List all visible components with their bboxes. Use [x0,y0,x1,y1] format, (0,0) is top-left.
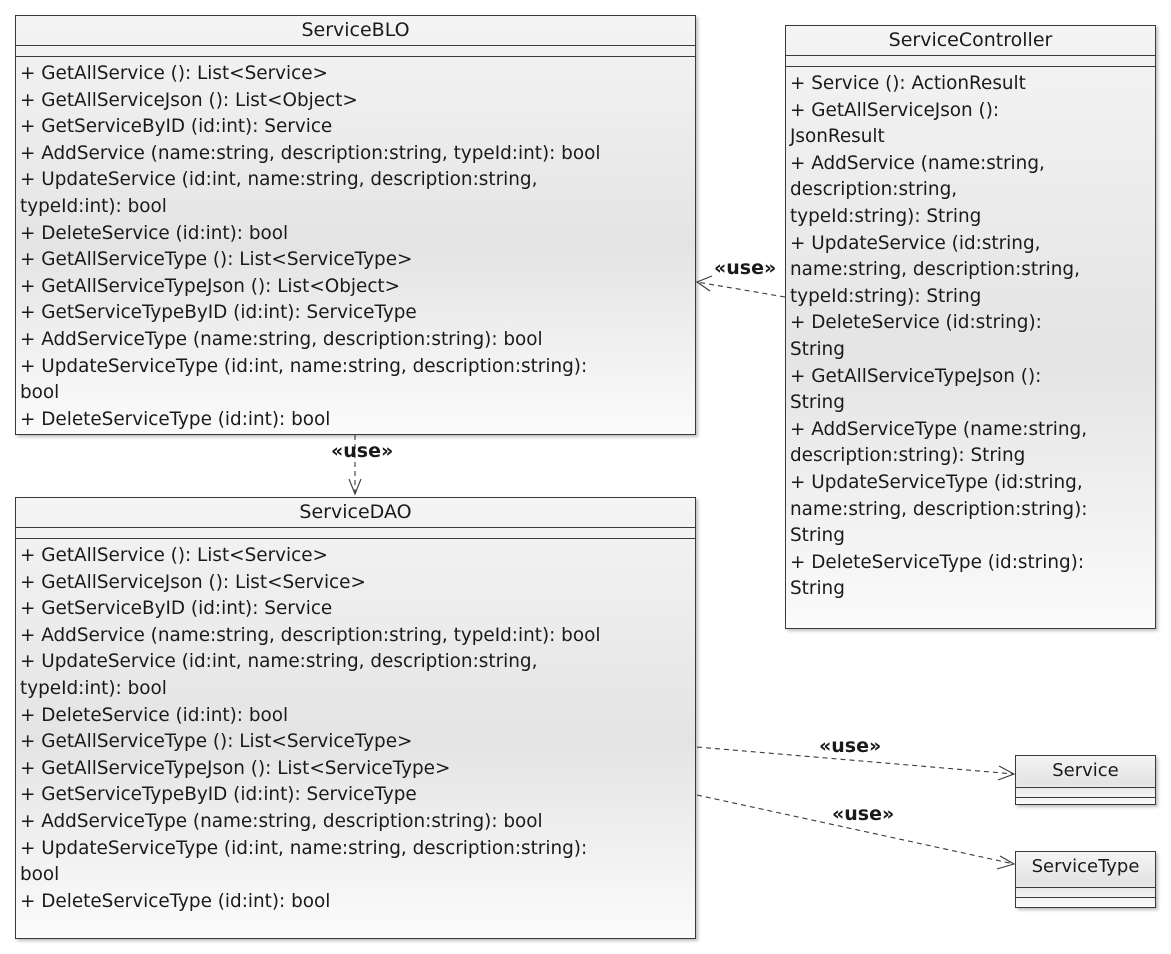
class-name: ServiceBLO [16,16,695,46]
dao-servicetype-stereotype: «use» [832,803,895,825]
operations-compartment [1016,898,1155,906]
class-servicedao[interactable]: ServiceDAO + GetAllService (): List<Serv… [15,497,696,939]
controller-blo-stereotype: «use» [714,257,777,279]
operations-compartment: + GetAllService (): List<Service> + GetA… [16,57,695,433]
operation: + GetAllService (): List<Service> [20,545,328,566]
attributes-compartment [786,56,1155,67]
operation: + GetAllService (): List<Service> [20,63,328,84]
class-servicecontroller[interactable]: ServiceController + Service (): ActionRe… [785,25,1156,629]
attributes-compartment [16,528,695,539]
arrowhead-blo [695,275,713,292]
operation: + AddService (name:string, description:s… [790,152,1045,227]
dao-service-stereotype: «use» [819,735,882,757]
operation: + DeleteService (id:int): bool [20,704,289,726]
operation: + UpdateServiceType (id:int, name:string… [20,837,588,886]
operation: + UpdateService (id:string, name:string,… [790,232,1080,307]
operation: + AddServiceType (name:string, descripti… [790,418,1088,467]
class-serviceblo[interactable]: ServiceBLO + GetAllService (): List<Serv… [15,15,696,435]
arrowhead-service [997,765,1016,781]
controller-to-blo-dependency [696,281,786,298]
operations-compartment [1016,798,1155,806]
blo-dao-stereotype: «use» [331,440,394,462]
operation: + GetServiceByID (id:int): Service [20,116,333,138]
arrowhead-servicetype [996,855,1016,870]
operation: + DeleteServiceType (id:int): bool [20,890,331,912]
operation: + AddServiceType (name:string, descripti… [20,810,543,832]
attributes-compartment [1016,888,1155,898]
operation: + GetServiceByID (id:int): Service [20,598,333,620]
operation: + AddService (name:string, description:s… [20,624,601,646]
operation: + GetServiceTypeByID (id:int): ServiceTy… [20,784,417,806]
class-name: ServiceController [786,26,1155,56]
attributes-compartment [1016,788,1155,798]
attributes-compartment [16,46,695,57]
operation: + DeleteServiceType (id:string): String [790,551,1085,600]
class-name: ServiceDAO [16,498,695,528]
operation: + AddServiceType (name:string, descripti… [20,328,543,350]
operation: + GetAllServiceTypeJson (): List<Service… [20,757,451,779]
operation: + DeleteService (id:int): bool [20,222,289,244]
operation: + GetServiceTypeByID (id:int): ServiceTy… [20,302,417,324]
class-servicetype[interactable]: ServiceType [1015,851,1156,908]
operation: + AddService (name:string, description:s… [20,142,601,164]
operation: + GetAllServiceTypeJson (): List<Object> [20,275,401,297]
operation: + UpdateService (id:int, name:string, de… [20,651,538,699]
arrowhead-dao [348,478,362,496]
operation: + UpdateService (id:int, name:string, de… [20,169,538,217]
class-service[interactable]: Service [1015,755,1156,805]
operation: + DeleteService (id:string): String [790,312,1042,360]
operation: + GetAllServiceType (): List<ServiceType… [20,249,413,271]
operation: + GetAllServiceTypeJson (): String [790,365,1042,414]
operation: + GetAllServiceJson (): List<Object> [20,89,358,111]
operations-compartment: + Service (): ActionResult + GetAllServi… [786,67,1155,603]
operations-compartment: + GetAllService (): List<Service> + GetA… [16,539,695,915]
operation: + GetAllServiceJson (): List<Service> [20,571,366,593]
operation: + GetAllServiceJson (): JsonResult [790,99,1000,148]
class-name: ServiceType [1016,852,1155,888]
class-name: Service [1016,756,1155,788]
operation: + UpdateServiceType (id:string, name:str… [790,471,1088,547]
operation: + DeleteServiceType (id:int): bool [20,408,331,430]
operation: + Service (): ActionResult [790,73,1026,94]
operation: + GetAllServiceType (): List<ServiceType… [20,731,413,753]
operation: + UpdateServiceType (id:int, name:string… [20,355,588,404]
